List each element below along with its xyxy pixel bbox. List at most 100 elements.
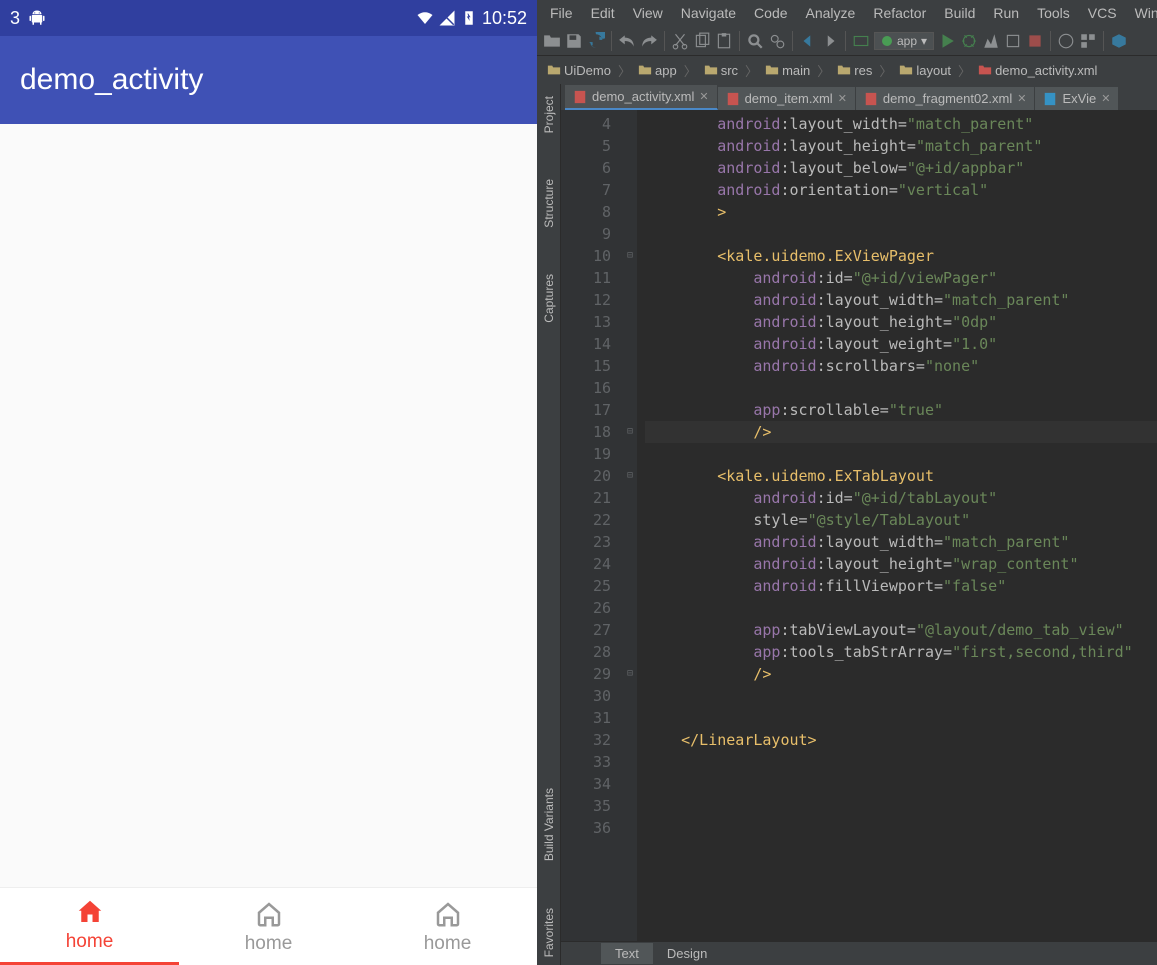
folder-icon (765, 63, 779, 77)
find-icon[interactable] (746, 32, 764, 50)
menu-code[interactable]: Code (745, 3, 796, 23)
code-editor[interactable]: 4567891011121314151617181920212223242526… (561, 110, 1157, 941)
folder-icon (638, 63, 652, 77)
chevron-down-icon: ▾ (921, 34, 927, 48)
home-icon (254, 899, 284, 929)
left-tool-window-bar: Project Structure Captures Build Variant… (537, 84, 561, 965)
menu-refactor[interactable]: Refactor (864, 3, 935, 23)
folder-icon (547, 63, 561, 77)
close-tab-icon[interactable]: ✕ (699, 90, 708, 103)
menu-analyze[interactable]: Analyze (797, 3, 865, 23)
close-tab-icon[interactable]: ✕ (1017, 92, 1026, 105)
paste-icon[interactable] (715, 32, 733, 50)
text-mode-tab[interactable]: Text (601, 943, 653, 964)
menu-run[interactable]: Run (984, 3, 1028, 23)
debug-icon[interactable] (960, 32, 978, 50)
file-tab-label: ExVie (1062, 91, 1096, 106)
stop-icon[interactable] (1026, 32, 1044, 50)
android-emulator: 3 10:52 demo_activity home home home (0, 0, 537, 965)
editor-file-tabs: demo_activity.xml✕demo_item.xml✕demo_fra… (561, 84, 1157, 110)
file-tab-label: demo_item.xml (745, 91, 833, 106)
file-tab-label: demo_activity.xml (592, 89, 694, 104)
android-status-bar: 3 10:52 (0, 0, 537, 36)
file-tab-label: demo_fragment02.xml (883, 91, 1012, 106)
wifi-icon (416, 9, 434, 27)
menu-window[interactable]: Window (1126, 3, 1157, 23)
menu-vcs[interactable]: VCS (1079, 3, 1126, 23)
design-mode-tab[interactable]: Design (653, 943, 721, 964)
back-icon[interactable] (799, 32, 817, 50)
project-structure-icon[interactable] (1079, 32, 1097, 50)
favorites-tool-tab[interactable]: Favorites (540, 900, 558, 965)
captures-tool-tab[interactable]: Captures (540, 266, 558, 331)
file-type-icon (726, 92, 740, 106)
breadcrumb-item[interactable]: main (761, 62, 814, 79)
run-icon[interactable] (938, 32, 956, 50)
menu-edit[interactable]: Edit (582, 3, 624, 23)
undo-icon[interactable] (618, 32, 636, 50)
viewpager-content[interactable] (0, 124, 537, 887)
bottom-tab-bar: home home home (0, 887, 537, 965)
folder-icon (837, 63, 851, 77)
close-tab-icon[interactable]: ✕ (838, 92, 847, 105)
structure-tool-tab[interactable]: Structure (540, 171, 558, 236)
home-icon (75, 897, 105, 927)
android-robot-icon (28, 9, 46, 27)
battery-charging-icon (460, 9, 478, 27)
avd-manager-icon[interactable] (852, 32, 870, 50)
profile-icon[interactable] (982, 32, 1000, 50)
tab-label: home (424, 933, 472, 955)
file-tab[interactable]: ExVie ✕ (1035, 87, 1119, 110)
project-tool-tab[interactable]: Project (540, 88, 558, 141)
breadcrumb-item[interactable]: app (634, 62, 681, 79)
tab-home-1[interactable]: home (0, 888, 179, 965)
copy-icon[interactable] (693, 32, 711, 50)
menu-file[interactable]: File (541, 3, 582, 23)
breadcrumb-item[interactable]: demo_activity.xml (974, 62, 1101, 79)
toolbar: app ▾ (537, 26, 1157, 56)
sync-gradle-icon[interactable] (1057, 32, 1075, 50)
file-tab[interactable]: demo_item.xml ✕ (718, 87, 856, 110)
no-sim-icon (438, 9, 456, 27)
code-content[interactable]: android:layout_width="match_parent" andr… (637, 110, 1157, 941)
status-number: 3 (10, 8, 20, 29)
file-type-icon (864, 92, 878, 106)
save-all-icon[interactable] (565, 32, 583, 50)
ide-window: FileEditViewNavigateCodeAnalyzeRefactorB… (537, 0, 1157, 965)
breadcrumb-item[interactable]: layout (895, 62, 955, 79)
breadcrumb-bar: UiDemo〉app〉src〉main〉res〉layout〉demo_acti… (537, 56, 1157, 84)
line-number-gutter: 4567891011121314151617181920212223242526… (561, 110, 623, 941)
forward-icon[interactable] (821, 32, 839, 50)
menu-view[interactable]: View (624, 3, 672, 23)
file-tab[interactable]: demo_fragment02.xml ✕ (856, 87, 1036, 110)
attach-debugger-icon[interactable] (1004, 32, 1022, 50)
breadcrumb-separator: 〉 (618, 61, 631, 80)
file-tab[interactable]: demo_activity.xml ✕ (565, 85, 718, 110)
app-bar-title: demo_activity (20, 63, 203, 97)
close-tab-icon[interactable]: ✕ (1101, 92, 1110, 105)
android-module-icon (881, 35, 893, 47)
tab-home-2[interactable]: home (179, 888, 358, 965)
breadcrumb-separator: 〉 (745, 61, 758, 80)
menu-tools[interactable]: Tools (1028, 3, 1079, 23)
breadcrumb-item[interactable]: src (700, 62, 742, 79)
tab-home-3[interactable]: home (358, 888, 537, 965)
breadcrumb-separator: 〉 (958, 61, 971, 80)
app-bar: demo_activity (0, 36, 537, 124)
sync-icon[interactable] (587, 32, 605, 50)
run-config-selector[interactable]: app ▾ (874, 32, 934, 50)
folder-icon (899, 63, 913, 77)
menu-navigate[interactable]: Navigate (672, 3, 745, 23)
menu-build[interactable]: Build (935, 3, 984, 23)
tab-label: home (245, 933, 293, 955)
open-icon[interactable] (543, 32, 561, 50)
redo-icon[interactable] (640, 32, 658, 50)
sdk-manager-icon[interactable] (1110, 32, 1128, 50)
cut-icon[interactable] (671, 32, 689, 50)
breadcrumb-item[interactable]: UiDemo (543, 62, 615, 79)
breadcrumb-separator: 〉 (817, 61, 830, 80)
folder-icon (704, 63, 718, 77)
replace-icon[interactable] (768, 32, 786, 50)
build-variants-tool-tab[interactable]: Build Variants (540, 780, 558, 869)
breadcrumb-item[interactable]: res (833, 62, 876, 79)
